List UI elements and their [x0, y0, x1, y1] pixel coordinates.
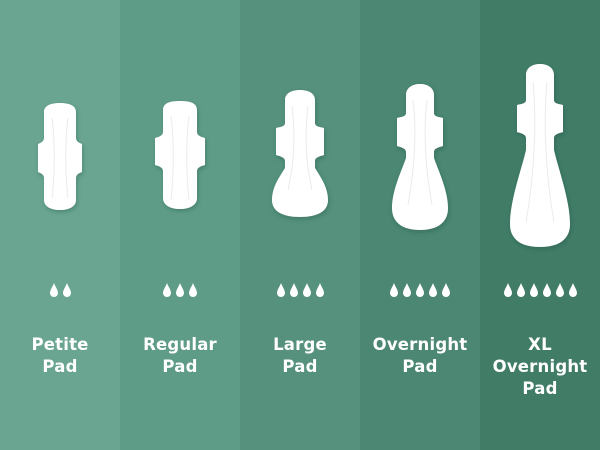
product-name-line: Pad	[162, 357, 198, 376]
drop-icon	[568, 283, 577, 297]
drop-icon	[416, 283, 424, 297]
product-name: XL Overnight Pad	[480, 334, 600, 400]
absorbency-drops	[240, 282, 360, 300]
drop-icon	[302, 283, 311, 297]
product-name-line: Pad	[522, 379, 558, 398]
product-name: Overnight Pad	[360, 334, 480, 378]
drop-icon	[189, 283, 197, 297]
product-name-line: Overnight	[372, 335, 468, 354]
absorbency-drops	[0, 282, 120, 300]
overnight-pad-icon	[392, 84, 448, 230]
product-name: Large Pad	[240, 334, 360, 378]
product-name: Petite Pad	[0, 334, 120, 378]
absorbency-drops	[360, 282, 480, 300]
product-column-regular: Regular Pad	[120, 0, 240, 450]
large-pad-icon	[272, 90, 328, 217]
product-name: Regular Pad	[120, 334, 240, 378]
product-name-line: Pad	[42, 357, 78, 376]
product-name-line: Large	[273, 335, 327, 354]
product-name-line: Pad	[282, 357, 318, 376]
drop-icon	[542, 283, 551, 297]
product-name-line: XL	[528, 335, 552, 354]
product-column-petite: Petite Pad	[0, 0, 120, 450]
drop-icon	[429, 283, 437, 297]
drop-icon	[62, 283, 71, 297]
regular-pad-icon	[155, 101, 205, 209]
pad-size-comparison: Petite Pad Regular Pad Large Pad Overnig…	[0, 0, 600, 450]
drop-icon	[403, 283, 411, 297]
drop-icon	[163, 283, 171, 297]
absorbency-drops	[120, 282, 240, 300]
drop-icon	[503, 283, 512, 297]
drop-icon	[176, 283, 184, 297]
xl-overnight-pad-icon	[510, 64, 570, 247]
drop-icon	[49, 283, 58, 297]
drop-icon	[289, 283, 298, 297]
drop-icon	[276, 283, 285, 297]
drop-icon	[442, 283, 450, 297]
petite-pad-icon	[38, 103, 82, 210]
drop-icon	[555, 283, 564, 297]
absorbency-drops	[480, 282, 600, 300]
product-column-xl-overnight: XL Overnight Pad	[480, 0, 600, 450]
product-name-line: Petite	[31, 335, 89, 354]
product-name-line: Pad	[402, 357, 438, 376]
product-name-line: Overnight	[492, 357, 588, 376]
drop-icon	[390, 283, 398, 297]
product-column-large: Large Pad	[240, 0, 360, 450]
product-name-line: Regular	[143, 335, 217, 354]
drop-icon	[529, 283, 538, 297]
drop-icon	[315, 283, 324, 297]
drop-icon	[516, 283, 525, 297]
product-column-overnight: Overnight Pad	[360, 0, 480, 450]
